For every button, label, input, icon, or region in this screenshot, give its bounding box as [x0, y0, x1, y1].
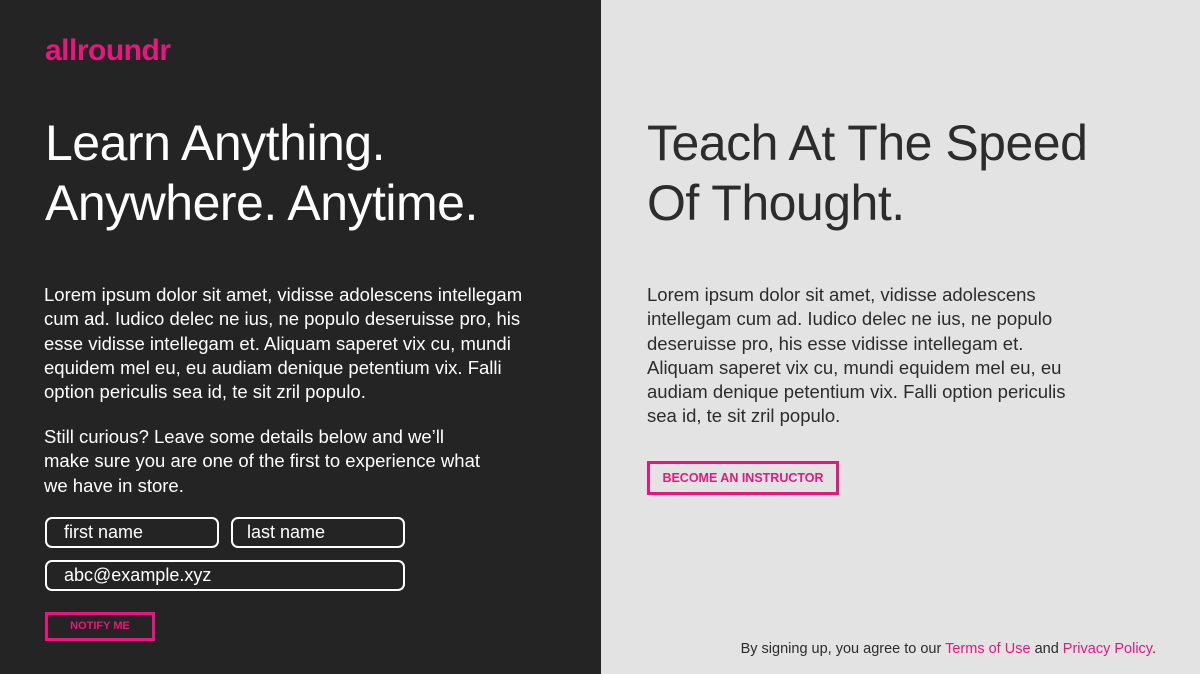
teach-description-line: deseruisse pro, his esse vidisse intelle… [647, 332, 1024, 354]
teach-description-line: Lorem ipsum dolor sit amet, vidisse adol… [647, 284, 1036, 305]
email-input[interactable] [45, 560, 405, 591]
teach-description-line: intellegam cum ad. Iudico delec ne ius, … [647, 308, 1053, 330]
teach-headline: Teach At The Speed Of Thought. [647, 113, 1167, 233]
teach-headline-line: Teach At The Speed [647, 115, 1088, 171]
teach-description-line: sea id, te sit zril populo. [647, 405, 841, 427]
learn-headline-line: Anywhere. Anytime. [45, 175, 478, 231]
signup-prompt-line: Still curious? Leave some details below … [44, 426, 445, 447]
landing-page: allroundr Learn Anything. Anywhere. Anyt… [0, 0, 1200, 674]
learn-description-line: esse vidisse intellegam et. Aliquam sape… [44, 332, 511, 354]
teach-description: Lorem ipsum dolor sit amet, vidisse adol… [647, 283, 1107, 429]
learn-description-line: Lorem ipsum dolor sit amet, vidisse adol… [44, 284, 523, 305]
learn-description-line: option periculis sea id, te sit zril pop… [44, 381, 366, 403]
last-name-input[interactable] [231, 517, 405, 548]
terms-of-use-link[interactable]: Terms of Use [945, 641, 1030, 657]
legal-notice: By signing up, you agree to our Terms of… [741, 641, 1156, 657]
teach-panel: Teach At The Speed Of Thought. Lorem ips… [601, 0, 1200, 674]
teach-description-line: audiam denique petentium vix. Falli opti… [647, 381, 1066, 403]
privacy-policy-link[interactable]: Privacy Policy [1063, 641, 1152, 657]
legal-conjunction: and [1034, 641, 1059, 657]
legal-prefix: By signing up, you agree to our [740, 641, 942, 657]
signup-prompt-line: make sure you are one of the first to ex… [44, 450, 481, 472]
brand-logo[interactable]: allroundr [45, 34, 171, 68]
learn-description: Lorem ipsum dolor sit amet, vidisse adol… [44, 283, 564, 404]
first-name-input[interactable] [45, 517, 219, 548]
teach-description-line: Aliquam saperet vix cu, mundi equidem me… [647, 356, 1062, 378]
become-instructor-button[interactable]: BECOME AN INSTRUCTOR [647, 461, 839, 495]
legal-suffix: . [1151, 641, 1156, 657]
signup-prompt: Still curious? Leave some details below … [44, 425, 524, 498]
learn-headline-line: Learn Anything. [45, 115, 386, 171]
notify-me-button[interactable]: NOTIFY ME [45, 612, 155, 641]
learn-description-line: equidem mel eu, eu audiam denique petent… [44, 356, 502, 378]
learn-panel: allroundr Learn Anything. Anywhere. Anyt… [0, 0, 601, 674]
learn-description-line: cum ad. Iudico delec ne ius, ne populo d… [44, 308, 521, 330]
learn-headline: Learn Anything. Anywhere. Anytime. [45, 113, 565, 233]
signup-prompt-line: we have in store. [44, 474, 184, 496]
teach-headline-line: Of Thought. [647, 175, 905, 231]
